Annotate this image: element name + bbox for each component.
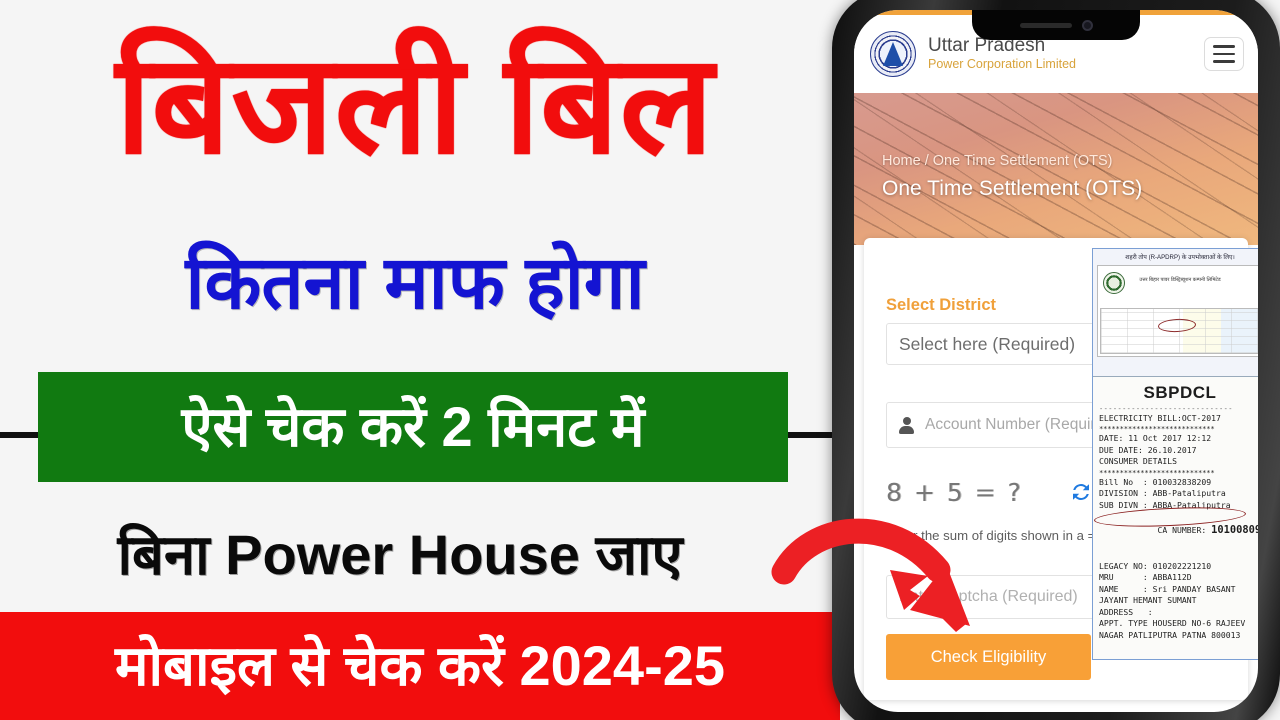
bill-due-date: DUE DATE: 26.10.2017 — [1099, 444, 1197, 455]
earpiece-speaker — [1019, 22, 1072, 28]
district-select-value: Select here (Required) — [899, 333, 1076, 354]
bill-company-code: SBPDCL — [1143, 383, 1217, 402]
bill-top-section: शहरी तोप (R-APDRP) के उपभोक्ताओं के लिए।… — [1093, 249, 1258, 377]
thumbnail-subtitle: कितना माफ होगा — [185, 241, 645, 324]
bill-row: Bill No : 010032838209 — [1099, 476, 1212, 487]
district-label: Select District — [886, 296, 997, 314]
screenshot-root: बिजली बिल कितना माफ होगा ऐसे चेक करें 2 … — [0, 0, 1280, 720]
captcha-question: 8 + 5 = ? — [886, 477, 1023, 507]
account-number-placeholder: Account Number (Required) — [925, 416, 1118, 433]
page-title: One Time Settlement (OTS) — [882, 177, 1143, 200]
thumbnail-red-banner: मोबाइल से चेक करें 2024-25 — [0, 612, 840, 720]
hamburger-icon[interactable] — [1204, 37, 1244, 71]
page-banner: Home / One Time Settlement (OTS) One Tim… — [854, 93, 1258, 245]
bill-row: MRU : ABBA112D — [1099, 572, 1192, 583]
brand-block: Uttar Pradesh Power Corporation Limited — [928, 36, 1204, 71]
phone-screen: Uttar Pradesh Power Corporation Limited … — [854, 10, 1258, 712]
thumbnail-black-text: बिना Power House जाए — [117, 523, 683, 586]
captcha-placeholder: Enter captcha (Required) — [899, 588, 1078, 605]
upptcl-logo-icon — [870, 31, 916, 77]
bill-row: SUB DIVN : ABBA-Pataliputra — [1099, 499, 1231, 510]
bill-ca-number-row: CA NUMBER: 101008090 — [1093, 505, 1258, 560]
bill-address-key: ADDRESS : — [1099, 606, 1153, 617]
thumbnail-main-title: बिजली बिल — [115, 27, 715, 182]
bill-date: DATE: 11 Oct 2017 12:12 — [1099, 433, 1212, 444]
person-icon — [899, 416, 914, 434]
bill-hindi-header: शहरी तोप (R-APDRP) के उपभोक्ताओं के लिए। — [1125, 254, 1235, 261]
phone-notch — [972, 10, 1140, 40]
thumbnail-green-banner-text: ऐसे चेक करें 2 मिनट में — [181, 395, 645, 458]
brand-subtitle: Power Corporation Limited — [928, 57, 1076, 72]
bill-address-line-2: NAGAR PATLIPUTRA PATNA 800013 — [1099, 629, 1241, 640]
bill-seal-icon — [1103, 272, 1125, 295]
phone-mockup: Uttar Pradesh Power Corporation Limited … — [832, 0, 1280, 720]
thumbnail-green-banner: ऐसे चेक करें 2 मिनट में — [38, 372, 788, 482]
breadcrumb[interactable]: Home / One Time Settlement (OTS) — [882, 153, 1112, 169]
bill-receipt-section: SBPDCL ----------------------------- ELE… — [1093, 377, 1258, 659]
bill-address-line-1: APPT. TYPE HOUSERD NO-6 RAJEEV — [1099, 618, 1246, 629]
bill-type: ELECTRICITY BILL:OCT-2017 — [1099, 413, 1221, 423]
bill-sample-image: शहरी तोप (R-APDRP) के उपभोक्ताओं के लिए।… — [1092, 248, 1258, 660]
check-eligibility-button[interactable]: Check Eligibility — [886, 634, 1091, 680]
bill-paper: उत्तर बिहार पावर डिस्ट्रिब्यूशन कम्पनी ल… — [1097, 265, 1258, 358]
bill-name-continued: JAYANT HEMANT SUMANT — [1099, 595, 1197, 606]
bill-row: NAME : Sri PANDAY BASANT — [1099, 583, 1236, 594]
bill-consumer-details-heading: CONSUMER DETAILS — [1099, 456, 1177, 467]
bill-row: LEGACY NO: 010202221210 — [1099, 560, 1212, 571]
thumbnail-red-banner-text: मोबाइल से चेक करें 2024-25 — [114, 634, 726, 697]
bill-stars-2: **************************** — [1099, 467, 1215, 477]
thumbnail-text-panel: बिजली बिल कितना माफ होगा ऐसे चेक करें 2 … — [0, 0, 840, 720]
bill-ca-number-value: 101008090 — [1211, 523, 1258, 536]
bill-row: DIVISION : ABB-Pataliputra — [1099, 488, 1226, 499]
refresh-icon[interactable] — [1069, 480, 1093, 504]
bill-divider-1: ----------------------------- — [1099, 405, 1233, 413]
bill-stars-1: **************************** — [1099, 424, 1215, 434]
front-camera — [1081, 19, 1093, 31]
bill-table-grid — [1100, 308, 1258, 355]
bill-ca-number-key: CA NUMBER: — [1157, 524, 1212, 535]
